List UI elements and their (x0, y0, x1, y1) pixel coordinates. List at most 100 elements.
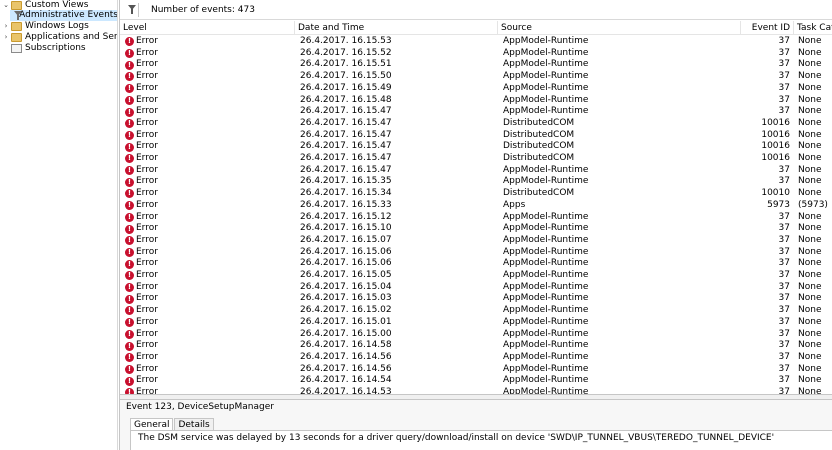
cell-date-and-time: 26.4.2017. 16.15.00 (300, 328, 392, 339)
cell-task-category: None (798, 375, 822, 386)
toolbar-separator (138, 3, 139, 17)
filter-icon[interactable] (127, 4, 138, 15)
column-header-level[interactable]: Level (120, 21, 295, 35)
cell-date-and-time: 26.4.2017. 16.15.04 (300, 281, 392, 292)
level-text: Error (136, 188, 158, 199)
level-text: Error (136, 223, 158, 234)
cell-event-id: 37 (778, 270, 790, 280)
table-row[interactable]: ! Error 26.4.2017. 16.14.56 AppModel-Runtim… (120, 352, 832, 364)
expand-chevron-icon[interactable]: › (2, 32, 10, 43)
table-row[interactable]: ! Error 26.4.2017. 16.15.04 AppModel-Runtim… (120, 282, 832, 294)
table-row[interactable]: ! Error 26.4.2017. 16.15.47 DistributedCOM 1… (120, 118, 832, 130)
filter-icon (13, 11, 23, 20)
table-row[interactable]: ! Error 26.4.2017. 16.15.00 AppModel-Runtim… (120, 329, 832, 341)
table-row[interactable]: ! Error 26.4.2017. 16.15.03 AppModel-Runtim… (120, 293, 832, 305)
table-row[interactable]: ! Error 26.4.2017. 16.14.58 AppModel-Runtim… (120, 340, 832, 352)
cell-task-category: None (798, 223, 822, 234)
cell-source: AppModel-Runtime (503, 106, 589, 117)
table-row[interactable]: ! Error 26.4.2017. 16.15.53 AppModel-Runtim… (120, 36, 832, 48)
table-row[interactable]: ! Error 26.4.2017. 16.15.07 AppModel-Runtim… (120, 235, 832, 247)
cell-level: ! Error (125, 329, 295, 341)
table-row[interactable]: ! Error 26.4.2017. 16.15.52 AppModel-Runtim… (120, 48, 832, 60)
table-row[interactable]: ! Error 26.4.2017. 16.15.51 AppModel-Runtim… (120, 59, 832, 71)
cell-date-and-time: 26.4.2017. 16.15.07 (300, 234, 392, 245)
level-text: Error (136, 351, 158, 362)
table-row[interactable]: ! Error 26.4.2017. 16.15.05 AppModel-Runtim… (120, 270, 832, 282)
cell-event-id: 10016 (761, 117, 790, 128)
cell-event-id: 37 (778, 375, 790, 386)
table-row[interactable]: ! Error 26.4.2017. 16.15.02 AppModel-Runtim… (120, 305, 832, 317)
column-header-source[interactable]: Source (498, 21, 741, 35)
cell-level: ! Error (125, 106, 295, 118)
tree-item-administrative-events[interactable]: Administrative Events (10, 10, 117, 21)
cell-task-category: None (798, 141, 822, 152)
level-text: Error (136, 270, 158, 280)
cell-source: AppModel-Runtime (503, 363, 589, 374)
tab-details[interactable]: Details (174, 418, 214, 430)
error-icon: ! (125, 247, 134, 257)
table-row[interactable]: ! Error 26.4.2017. 16.15.49 AppModel-Runtim… (120, 83, 832, 95)
cell-source: DistributedCOM (503, 117, 575, 128)
error-icon: ! (125, 119, 134, 129)
cell-event-id: 37 (778, 82, 790, 93)
table-row[interactable]: ! Error 26.4.2017. 16.15.06 AppModel-Runtim… (120, 247, 832, 259)
table-row[interactable]: ! Error 26.4.2017. 16.15.47 AppModel-Runtim… (120, 106, 832, 118)
cell-level: ! Error (125, 176, 295, 188)
error-icon: ! (125, 166, 134, 176)
tree-item-subscriptions[interactable]: Subscriptions (2, 43, 86, 54)
level-text: Error (136, 305, 158, 316)
column-header-task-category[interactable]: Task Categ (794, 21, 832, 35)
cell-event-id: 37 (778, 211, 790, 222)
cell-level: ! Error (125, 293, 295, 305)
tree-item-windows-logs[interactable]: › Windows Logs (2, 21, 89, 32)
cell-source: AppModel-Runtime (503, 36, 589, 46)
level-text: Error (136, 328, 158, 339)
table-row[interactable]: ! Error 26.4.2017. 16.15.06 AppModel-Runtim… (120, 258, 832, 270)
cell-event-id: 37 (778, 387, 790, 394)
table-row[interactable]: ! Error 26.4.2017. 16.15.35 AppModel-Runtim… (120, 176, 832, 188)
cell-date-and-time: 26.4.2017. 16.15.47 (300, 106, 392, 117)
navigation-tree: ⌄ Custom Views Administrative Events › W… (0, 0, 118, 450)
table-row[interactable]: ! Error 26.4.2017. 16.15.12 AppModel-Runtim… (120, 212, 832, 224)
table-row[interactable]: ! Error 26.4.2017. 16.15.48 AppModel-Runtim… (120, 95, 832, 107)
table-row[interactable]: ! Error 26.4.2017. 16.15.47 DistributedCOM 1… (120, 153, 832, 165)
table-row[interactable]: ! Error 26.4.2017. 16.15.33 Apps 5973 (5973) (120, 200, 832, 212)
expand-chevron-icon[interactable]: ⌄ (2, 0, 10, 11)
filter-bar: Number of events: 473 (120, 0, 832, 20)
tree-item-applications-and-services[interactable]: › Applications and Services Lo (2, 32, 117, 43)
level-text: Error (136, 59, 158, 70)
level-text: Error (136, 375, 158, 386)
column-header-event-id[interactable]: Event ID (741, 21, 794, 35)
table-row[interactable]: ! Error 26.4.2017. 16.15.47 DistributedCOM 1… (120, 130, 832, 142)
level-text: Error (136, 316, 158, 327)
cell-event-id: 37 (778, 281, 790, 292)
table-row[interactable]: ! Error 26.4.2017. 16.15.10 AppModel-Runtim… (120, 223, 832, 235)
error-icon: ! (125, 107, 134, 117)
table-row[interactable]: ! Error 26.4.2017. 16.15.34 DistributedCOM 1… (120, 188, 832, 200)
cell-date-and-time: 26.4.2017. 16.15.05 (300, 270, 392, 280)
event-detail-body: The DSM service was delayed by 13 second… (130, 430, 832, 450)
tab-general[interactable]: General (130, 418, 174, 430)
cell-level: ! Error (125, 247, 295, 259)
cell-level: ! Error (125, 212, 295, 224)
cell-event-id: 37 (778, 340, 790, 351)
expand-chevron-icon[interactable]: › (2, 21, 10, 32)
tree-item-label: Windows Logs (25, 21, 89, 31)
table-row[interactable]: ! Error 26.4.2017. 16.15.01 AppModel-Runtim… (120, 317, 832, 329)
cell-level: ! Error (125, 59, 295, 71)
error-icon: ! (125, 236, 134, 246)
cell-event-id: 37 (778, 59, 790, 70)
cell-source: AppModel-Runtime (503, 328, 589, 339)
cell-level: ! Error (125, 387, 295, 394)
table-row[interactable]: ! Error 26.4.2017. 16.15.50 AppModel-Runtim… (120, 71, 832, 83)
table-row[interactable]: ! Error 26.4.2017. 16.14.54 AppModel-Runtim… (120, 375, 832, 387)
column-header-date-and-time[interactable]: Date and Time (295, 21, 498, 35)
error-icon: ! (125, 376, 134, 386)
cell-date-and-time: 26.4.2017. 16.15.12 (300, 211, 392, 222)
cell-event-id: 37 (778, 328, 790, 339)
table-row[interactable]: ! Error 26.4.2017. 16.15.47 DistributedCOM 1… (120, 141, 832, 153)
table-row[interactable]: ! Error 26.4.2017. 16.14.56 AppModel-Runtim… (120, 364, 832, 376)
table-row[interactable]: ! Error 26.4.2017. 16.15.47 AppModel-Runtim… (120, 165, 832, 177)
table-row[interactable]: ! Error 26.4.2017. 16.14.53 AppModel-Runtim… (120, 387, 832, 394)
cell-level: ! Error (125, 282, 295, 294)
